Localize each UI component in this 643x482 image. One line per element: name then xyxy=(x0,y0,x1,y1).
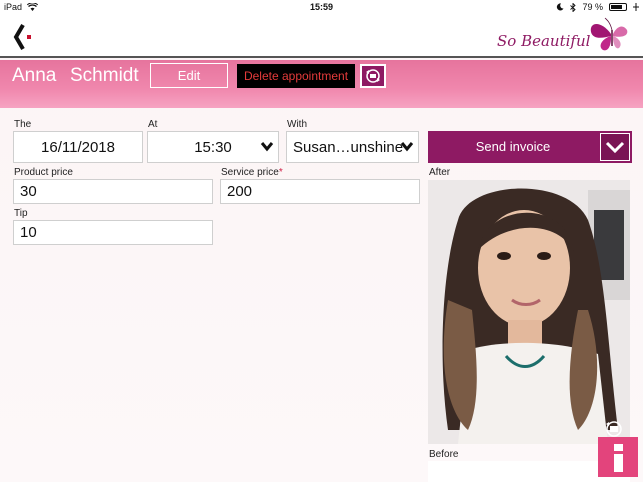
date-label: The xyxy=(14,119,32,130)
chevron-down-icon xyxy=(400,142,414,152)
after-label: After xyxy=(429,167,451,178)
back-button[interactable] xyxy=(12,22,40,52)
service-price-value: 200 xyxy=(227,183,253,200)
battery-icon xyxy=(609,3,627,11)
date-field[interactable]: 16/11/2018 xyxy=(13,131,143,163)
date-value: 16/11/2018 xyxy=(41,138,115,156)
client-first-name: Anna xyxy=(12,65,57,86)
send-invoice-label: Send invoice xyxy=(475,139,551,154)
delete-appointment-button[interactable]: Delete appointment xyxy=(237,64,355,88)
edit-button[interactable]: Edit xyxy=(150,63,228,88)
time-label: At xyxy=(148,119,158,130)
app-logo: So Beautiful xyxy=(497,16,637,56)
sync-icon xyxy=(366,69,380,83)
moon-icon xyxy=(557,3,564,11)
send-invoice-button[interactable]: Send invoice xyxy=(428,131,632,163)
status-right: 79 % xyxy=(556,2,639,12)
time-select[interactable]: 15:30 xyxy=(147,131,279,163)
product-price-input[interactable]: 30 xyxy=(13,179,213,204)
back-chevron-icon xyxy=(13,23,31,51)
battery-percent: 79 % xyxy=(582,2,603,12)
service-price-input[interactable]: 200 xyxy=(220,179,420,204)
with-label: With xyxy=(287,119,307,130)
service-price-label-text: Service price xyxy=(221,167,279,178)
client-last-name: Schmidt xyxy=(70,65,139,86)
service-price-label: Service price* xyxy=(221,167,283,178)
battery-fill xyxy=(611,5,622,9)
tip-label: Tip xyxy=(14,208,28,219)
sync-button[interactable] xyxy=(360,64,386,88)
status-bar: iPad 15:59 79 % xyxy=(0,0,643,14)
tip-input[interactable]: 10 xyxy=(13,220,213,245)
info-icon xyxy=(614,444,623,472)
before-label: Before xyxy=(429,449,459,460)
chevron-down-icon xyxy=(260,142,274,152)
time-value: 15:30 xyxy=(194,138,232,156)
bluetooth-icon xyxy=(570,2,577,12)
staff-value: Susan…unshine xyxy=(293,138,404,156)
camera-icon[interactable] xyxy=(602,418,626,438)
product-price-label: Product price xyxy=(14,167,73,178)
required-marker: * xyxy=(278,167,283,178)
butterfly-logo-icon xyxy=(590,17,628,51)
tip-value: 10 xyxy=(20,224,37,241)
info-button[interactable] xyxy=(598,437,638,477)
charging-icon xyxy=(633,3,639,11)
chevron-down-icon xyxy=(605,141,625,154)
status-time: 15:59 xyxy=(309,2,334,12)
top-bar: So Beautiful xyxy=(0,14,643,58)
send-invoice-dropdown[interactable] xyxy=(600,133,630,161)
portrait-image xyxy=(428,180,630,444)
logo-text: So Beautiful xyxy=(497,32,591,50)
appointment-header: Anna Schmidt Edit Delete appointment xyxy=(0,60,643,108)
staff-select[interactable]: Susan…unshine xyxy=(286,131,419,163)
after-photo[interactable] xyxy=(428,180,630,444)
product-price-value: 30 xyxy=(20,183,37,200)
